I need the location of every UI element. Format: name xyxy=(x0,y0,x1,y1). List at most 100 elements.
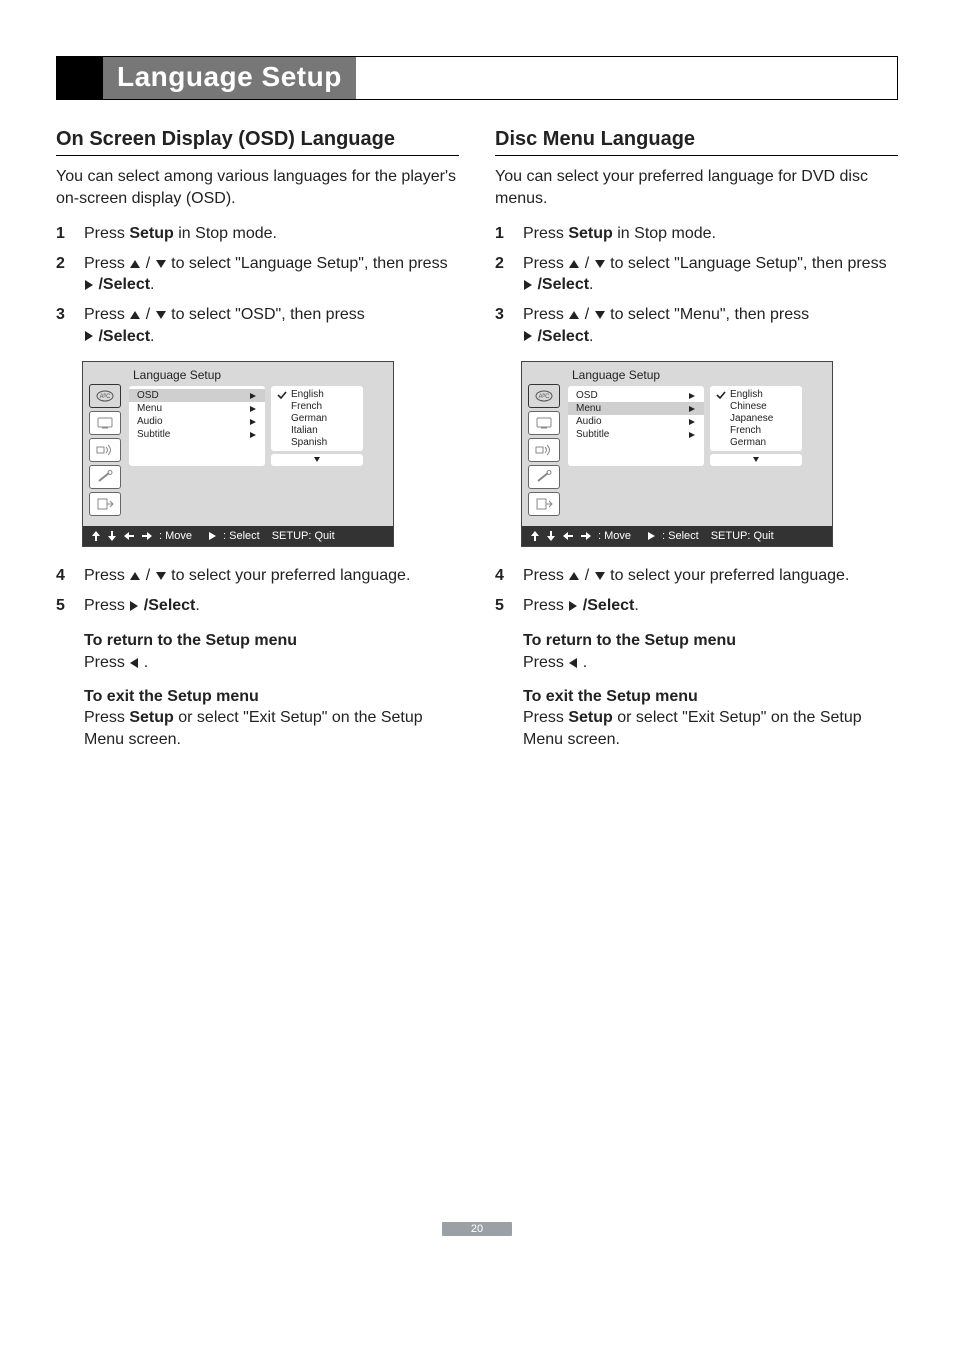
footer-select: : Select xyxy=(662,530,699,542)
step-number: 3 xyxy=(495,304,509,347)
step-body: Press / to select "Language Setup", then… xyxy=(84,253,459,296)
triangle-right-icon xyxy=(249,418,257,426)
triangle-right-icon xyxy=(249,405,257,413)
osd-category-icons: AᴮC xyxy=(89,366,123,516)
text: Press xyxy=(523,306,568,323)
intro-osd: You can select among various languages f… xyxy=(56,166,459,209)
text: to select "Language Setup", then press xyxy=(167,255,448,272)
osd-menu-item: OSD xyxy=(129,389,265,402)
footer-quit: SETUP: Quit xyxy=(272,530,335,542)
osd-category-icons: AᴮC xyxy=(528,366,562,516)
step-number: 5 xyxy=(495,595,509,617)
intro-disc: You can select your preferred language f… xyxy=(495,166,898,209)
text: Press xyxy=(84,306,129,323)
osd-footer: : Move : Select SETUP: Quit xyxy=(522,526,832,546)
osd-lang-item: Italian xyxy=(277,425,357,436)
label: Italian xyxy=(291,425,318,436)
step-number: 1 xyxy=(56,223,70,245)
label: English xyxy=(291,389,324,400)
footer-quit: SETUP: Quit xyxy=(711,530,774,542)
step-body: Press /Select. xyxy=(84,595,459,617)
step-body: Press Setup in Stop mode. xyxy=(523,223,898,245)
sub-body: Press Setup or select "Exit Setup" on th… xyxy=(84,707,459,750)
text-bold: /Select xyxy=(98,276,150,293)
triangle-right-icon xyxy=(208,531,217,541)
step-number: 5 xyxy=(56,595,70,617)
tools-icon xyxy=(528,465,560,489)
language-icon: AᴮC xyxy=(528,384,560,408)
osd-menu-item: Audio xyxy=(129,415,265,428)
exit-block: To exit the Setup menu Press Setup or se… xyxy=(84,686,459,751)
step-number: 3 xyxy=(56,304,70,347)
text: Press xyxy=(523,567,568,584)
label: Menu xyxy=(576,403,601,414)
text: . xyxy=(589,276,593,293)
display-icon xyxy=(528,411,560,435)
triangle-up-icon xyxy=(568,571,580,581)
step-body: Press Setup in Stop mode. xyxy=(84,223,459,245)
text: . xyxy=(195,597,199,614)
triangle-down-icon xyxy=(155,571,167,581)
osd-lang-item: Japanese xyxy=(716,413,796,424)
osd-lang-item: German xyxy=(277,413,357,424)
page-title-bar: Language Setup xyxy=(56,56,898,100)
label: Menu xyxy=(137,403,162,414)
text: Press xyxy=(84,567,129,584)
label: OSD xyxy=(137,390,159,401)
step-body: Press / to select your preferred languag… xyxy=(523,565,898,587)
label: OSD xyxy=(576,390,598,401)
step-number: 2 xyxy=(56,253,70,296)
triangle-down-icon xyxy=(594,571,606,581)
triangle-up-icon xyxy=(568,310,580,320)
arrow-left-icon xyxy=(123,531,135,541)
triangle-right-icon xyxy=(688,392,696,400)
triangle-up-icon xyxy=(129,259,141,269)
svg-text:AᴮC: AᴮC xyxy=(100,393,111,400)
osd-lang-item: Chinese xyxy=(716,401,796,412)
osd-menu-list: OSD Menu Audio Subtitle xyxy=(568,386,704,466)
triangle-right-icon xyxy=(84,279,94,291)
text-bold: Setup xyxy=(568,225,612,242)
exit-icon xyxy=(89,492,121,516)
column-left: On Screen Display (OSD) Language You can… xyxy=(56,128,459,762)
osd-title: Language Setup xyxy=(568,366,826,386)
text: . xyxy=(150,276,154,293)
osd-panel-right: AᴮC Language Setup OSD Menu xyxy=(521,361,898,547)
triangle-right-icon xyxy=(523,279,533,291)
osd-menu-item: Menu xyxy=(568,402,704,415)
text-bold: /Select xyxy=(144,597,196,614)
triangle-right-icon xyxy=(568,600,578,612)
step-body: Press / to select "Menu", then press /Se… xyxy=(523,304,898,347)
step-number: 4 xyxy=(56,565,70,587)
text: Press xyxy=(523,709,568,726)
text: to select "Language Setup", then press xyxy=(606,255,887,272)
label: German xyxy=(730,437,766,448)
page-title: Language Setup xyxy=(103,57,356,99)
triangle-left-icon xyxy=(568,657,578,669)
osd-lang-item: German xyxy=(716,437,796,448)
language-icon: AᴮC xyxy=(89,384,121,408)
label: German xyxy=(291,413,327,424)
text: Press xyxy=(84,255,129,272)
osd-lang-item: French xyxy=(716,425,796,436)
footer-move: : Move xyxy=(598,530,631,542)
text: to select your preferred language. xyxy=(606,567,850,584)
text: Press xyxy=(84,225,129,242)
steps-disc-1-3: 1 Press Setup in Stop mode. 2 Press / to… xyxy=(495,223,898,347)
sub-heading: To return to the Setup menu xyxy=(84,630,459,652)
audio-icon xyxy=(89,438,121,462)
steps-osd-4-5: 4 Press / to select your preferred langu… xyxy=(56,565,459,616)
sub-body: Press . xyxy=(523,652,898,674)
sub-heading: To return to the Setup menu xyxy=(523,630,898,652)
sub-heading: To exit the Setup menu xyxy=(523,686,898,708)
triangle-left-icon xyxy=(129,657,139,669)
step-body: Press / to select your preferred languag… xyxy=(84,565,459,587)
osd-menu-item: Subtitle xyxy=(568,428,704,441)
label: Subtitle xyxy=(137,429,170,440)
exit-icon xyxy=(528,492,560,516)
text: . xyxy=(589,328,593,345)
text-bold: Setup xyxy=(568,709,612,726)
arrow-up-icon xyxy=(530,530,540,542)
text: Press xyxy=(523,255,568,272)
step-number: 1 xyxy=(495,223,509,245)
